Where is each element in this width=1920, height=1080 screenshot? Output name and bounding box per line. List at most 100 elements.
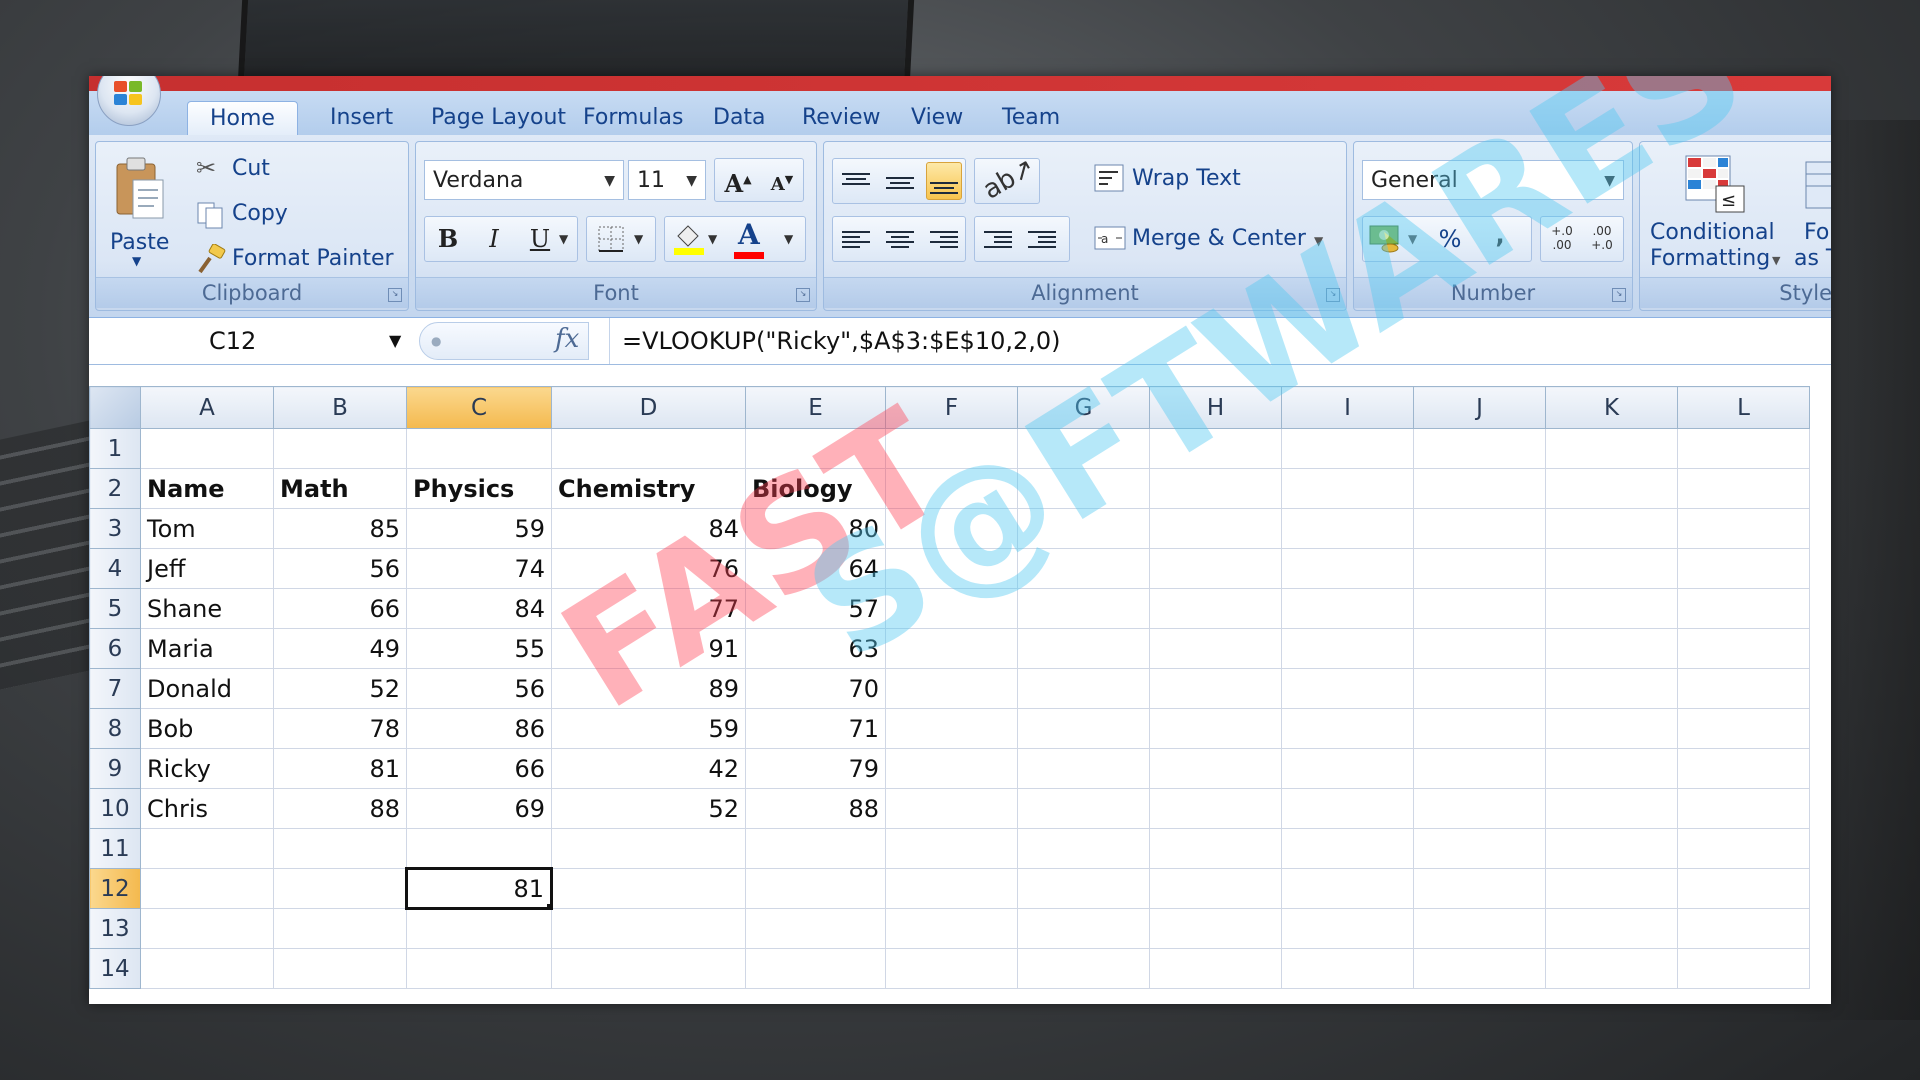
cell[interactable]	[885, 828, 1018, 869]
cell[interactable]	[1017, 588, 1150, 629]
cell[interactable]	[1149, 788, 1282, 829]
cell[interactable]	[885, 908, 1018, 949]
biology-cell[interactable]: 80	[745, 508, 886, 549]
font-color-button[interactable]: A	[732, 218, 768, 260]
biology-cell[interactable]: 79	[745, 748, 886, 789]
name-cell[interactable]: Tom	[140, 508, 274, 549]
column-header[interactable]: J	[1413, 386, 1546, 429]
align-bottom-button[interactable]	[926, 162, 962, 200]
tab-formulas[interactable]: Formulas	[561, 101, 705, 135]
cell[interactable]	[140, 868, 274, 909]
chemistry-cell[interactable]: 89	[551, 668, 746, 709]
cell[interactable]	[745, 948, 886, 989]
column-header[interactable]: G	[1017, 386, 1150, 429]
biology-cell[interactable]: 57	[745, 588, 886, 629]
cell[interactable]	[1017, 828, 1150, 869]
cell[interactable]	[885, 868, 1018, 909]
cell[interactable]	[885, 428, 1018, 469]
cell[interactable]	[885, 708, 1018, 749]
cell[interactable]	[1677, 868, 1810, 909]
cell[interactable]	[273, 428, 407, 469]
header-cell-chemistry[interactable]: Chemistry	[551, 468, 746, 509]
cell[interactable]	[140, 428, 274, 469]
currency-dropdown-icon[interactable]: ▼	[1408, 232, 1417, 246]
cell[interactable]	[1413, 868, 1546, 909]
tab-team[interactable]: Team	[980, 101, 1082, 135]
chemistry-cell[interactable]: 76	[551, 548, 746, 589]
cell[interactable]	[1281, 468, 1414, 509]
cell[interactable]	[1149, 908, 1282, 949]
cell[interactable]	[1545, 508, 1678, 549]
cell[interactable]	[1413, 668, 1546, 709]
column-header[interactable]: E	[745, 386, 886, 429]
clipboard-launcher-icon[interactable]: ↘	[388, 288, 402, 302]
row-header[interactable]: 13	[89, 908, 141, 949]
math-cell[interactable]: 78	[273, 708, 407, 749]
cell[interactable]	[1413, 948, 1546, 989]
cell[interactable]	[1281, 908, 1414, 949]
math-cell[interactable]: 81	[273, 748, 407, 789]
increase-indent-button[interactable]	[1024, 220, 1060, 258]
row-header[interactable]: 2	[89, 468, 141, 509]
cell[interactable]	[1545, 628, 1678, 669]
merge-dropdown-icon[interactable]: ▼	[1314, 234, 1323, 248]
active-cell[interactable]: 81	[405, 867, 553, 910]
cell[interactable]	[1017, 868, 1150, 909]
row-header[interactable]: 14	[89, 948, 141, 989]
cell[interactable]	[406, 908, 552, 949]
math-cell[interactable]: 52	[273, 668, 407, 709]
cell[interactable]	[1017, 668, 1150, 709]
physics-cell[interactable]: 86	[406, 708, 552, 749]
physics-cell[interactable]: 66	[406, 748, 552, 789]
math-cell[interactable]: 85	[273, 508, 407, 549]
cell[interactable]	[1281, 868, 1414, 909]
cell[interactable]	[1677, 708, 1810, 749]
cell[interactable]	[1677, 548, 1810, 589]
cell[interactable]	[885, 468, 1018, 509]
cell[interactable]	[1413, 508, 1546, 549]
chemistry-cell[interactable]: 42	[551, 748, 746, 789]
column-header[interactable]: A	[140, 386, 274, 429]
cell[interactable]	[1149, 668, 1282, 709]
row-header[interactable]: 11	[89, 828, 141, 869]
physics-cell[interactable]: 56	[406, 668, 552, 709]
cell[interactable]	[1677, 788, 1810, 829]
chemistry-cell[interactable]: 59	[551, 708, 746, 749]
name-cell[interactable]: Donald	[140, 668, 274, 709]
cell[interactable]	[1017, 908, 1150, 949]
tab-data[interactable]: Data	[691, 101, 788, 135]
cell[interactable]	[745, 908, 886, 949]
math-cell[interactable]: 66	[273, 588, 407, 629]
cell[interactable]	[1149, 708, 1282, 749]
cell[interactable]	[273, 868, 407, 909]
alignment-launcher-icon[interactable]: ↘	[1326, 288, 1340, 302]
column-header-selected[interactable]: C	[406, 386, 552, 429]
row-header[interactable]: 4	[89, 548, 141, 589]
tab-insert[interactable]: Insert	[308, 101, 415, 135]
name-cell[interactable]: Ricky	[140, 748, 274, 789]
cell[interactable]	[1017, 548, 1150, 589]
align-center-button[interactable]	[882, 220, 918, 258]
font-color-dropdown-icon[interactable]: ▼	[784, 232, 793, 246]
cell[interactable]	[273, 828, 407, 869]
shrink-font-button[interactable]: A▼	[764, 161, 800, 199]
cell[interactable]	[745, 828, 886, 869]
column-header[interactable]: H	[1149, 386, 1282, 429]
cell[interactable]	[1545, 548, 1678, 589]
fill-dropdown-icon[interactable]: ▼	[708, 232, 717, 246]
header-cell-name[interactable]: Name	[140, 468, 274, 509]
cell[interactable]	[1545, 468, 1678, 509]
cell[interactable]	[273, 948, 407, 989]
cell[interactable]	[1545, 908, 1678, 949]
cell[interactable]	[1281, 948, 1414, 989]
cell[interactable]	[1677, 428, 1810, 469]
cell[interactable]	[1017, 628, 1150, 669]
cell[interactable]	[1545, 948, 1678, 989]
borders-icon[interactable]	[596, 224, 626, 254]
font-size-select[interactable]: 11 ▼	[628, 160, 706, 200]
cell[interactable]	[1281, 508, 1414, 549]
header-cell-physics[interactable]: Physics	[406, 468, 552, 509]
chemistry-cell[interactable]: 77	[551, 588, 746, 629]
cell[interactable]	[1281, 628, 1414, 669]
bold-button[interactable]: B	[430, 220, 466, 258]
